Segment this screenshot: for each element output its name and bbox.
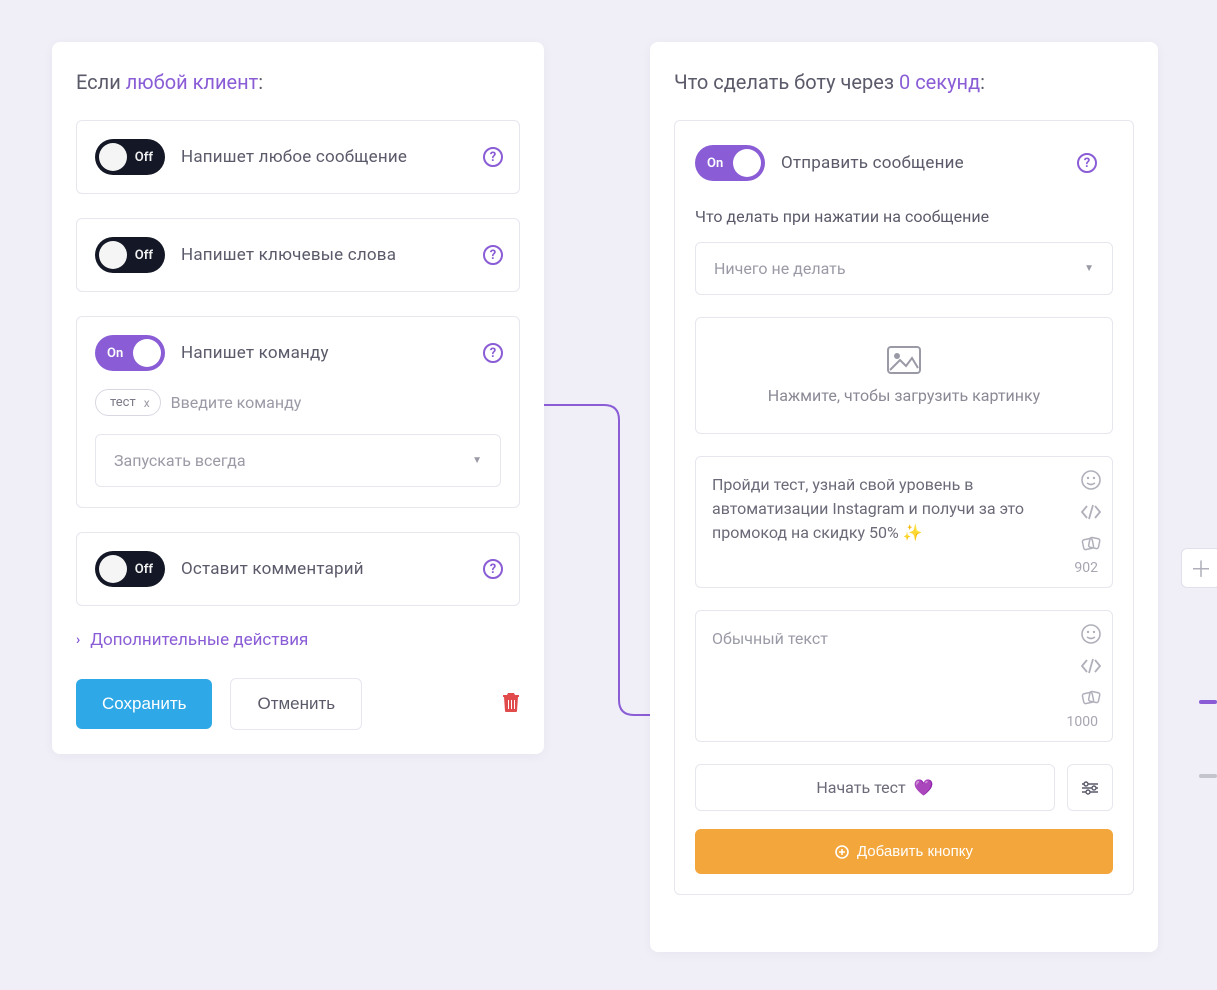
sliders-icon (1081, 781, 1099, 795)
label-any-message: Напишет любое сообщение (181, 147, 501, 167)
cta-button-row: Начать тест 💜 (695, 764, 1113, 811)
dice-icon[interactable] (1080, 687, 1102, 709)
help-icon[interactable]: ? (1077, 153, 1097, 173)
chevron-down-icon: ▼ (472, 455, 482, 466)
marker-inactive (1199, 774, 1217, 778)
toggle-comment[interactable]: Off (95, 551, 165, 587)
cta-text: Начать тест (816, 778, 905, 797)
help-icon[interactable]: ? (483, 147, 503, 167)
flow-connector (544, 390, 654, 730)
cancel-button[interactable]: Отменить (230, 678, 362, 730)
workspace-canvas: Если любой клиент: Off Напишет любое соо… (0, 0, 1217, 990)
side-markers (1199, 700, 1217, 722)
help-icon[interactable]: ? (483, 343, 503, 363)
trigger-header: Если любой клиент: (76, 70, 520, 94)
trigger-any-message-row: Off Напишет любое сообщение ? (76, 120, 520, 194)
delete-icon[interactable] (502, 692, 520, 717)
action-header-prefix: Что сделать боту через (674, 70, 894, 94)
code-icon[interactable] (1080, 655, 1102, 677)
message-text-2[interactable]: Обычный текст 1000 (695, 610, 1113, 742)
add-button[interactable]: Добавить кнопку (695, 829, 1113, 874)
command-chip[interactable]: тест х (95, 389, 161, 416)
label-command: Напишет команду (181, 343, 501, 363)
toggle-keywords[interactable]: Off (95, 237, 165, 273)
help-icon[interactable]: ? (483, 559, 503, 579)
chip-label: тест (110, 395, 136, 410)
message-1-char-count: 902 (1074, 558, 1098, 579)
toggle-send-message[interactable]: On (695, 145, 765, 181)
chevron-right-icon: › (76, 632, 80, 648)
cta-button-label[interactable]: Начать тест 💜 (695, 764, 1055, 811)
trigger-command-block: On Напишет команду ? тест х Введите кома… (76, 316, 520, 508)
message-text-1-content: Пройди тест, узнай свой уровень в автома… (712, 473, 1064, 545)
action-header-delay: 0 секунд (899, 70, 980, 94)
cta-settings-button[interactable] (1067, 764, 1113, 811)
trigger-header-client: любой клиент (126, 70, 259, 94)
message-tools (1080, 469, 1102, 555)
add-step-handle[interactable]: ＋ (1181, 548, 1217, 588)
upload-image-box[interactable]: Нажмите, чтобы загрузить картинку (695, 317, 1113, 434)
save-button[interactable]: Сохранить (76, 679, 212, 729)
chip-remove-icon[interactable]: х (144, 396, 150, 410)
extra-actions-toggle[interactable]: › Дополнительные действия (76, 630, 520, 650)
command-input[interactable]: Введите команду (171, 393, 302, 412)
action-panel: Что сделать боту через 0 секунд: On Отпр… (650, 42, 1158, 952)
chevron-down-icon: ▼ (1084, 263, 1094, 274)
trigger-panel: Если любой клиент: Off Напишет любое соо… (52, 42, 544, 754)
toggle-command[interactable]: On (95, 335, 165, 371)
label-comment: Оставит комментарий (181, 559, 501, 579)
image-icon (887, 346, 921, 374)
command-input-row: тест х Введите команду (95, 389, 501, 416)
message-2-char-count: 1000 (1067, 712, 1098, 733)
message-text-1[interactable]: Пройди тест, узнай свой уровень в автома… (695, 456, 1113, 588)
label-send-message: Отправить сообщение (781, 153, 1113, 173)
trigger-header-prefix: Если (76, 70, 121, 94)
action-buttons-row: Сохранить Отменить (76, 678, 520, 730)
run-mode-select[interactable]: Запускать всегда ▼ (95, 434, 501, 487)
emoji-icon[interactable] (1080, 623, 1102, 645)
code-icon[interactable] (1080, 501, 1102, 523)
message-tools (1080, 623, 1102, 709)
upload-label: Нажмите, чтобы загрузить картинку (768, 386, 1040, 405)
extra-actions-label: Дополнительные действия (90, 630, 308, 650)
click-action-label: Что делать при нажатии на сообщение (695, 207, 1113, 226)
label-keywords: Напишет ключевые слова (181, 245, 501, 265)
click-action-value: Ничего не делать (714, 259, 846, 278)
click-action-select[interactable]: Ничего не делать ▼ (695, 242, 1113, 295)
send-message-block: On Отправить сообщение ? Что делать при … (674, 120, 1134, 895)
toggle-any-message[interactable]: Off (95, 139, 165, 175)
run-mode-label: Запускать всегда (114, 451, 246, 470)
marker-active (1199, 700, 1217, 704)
plus-circle-icon (835, 845, 849, 859)
dice-icon[interactable] (1080, 533, 1102, 555)
trigger-keywords-row: Off Напишет ключевые слова ? (76, 218, 520, 292)
action-header: Что сделать боту через 0 секунд: (674, 70, 1134, 94)
message-text-2-placeholder: Обычный текст (712, 627, 1064, 651)
emoji-icon[interactable] (1080, 469, 1102, 491)
trigger-comment-row: Off Оставит комментарий ? (76, 532, 520, 606)
add-button-label: Добавить кнопку (857, 843, 973, 860)
help-icon[interactable]: ? (483, 245, 503, 265)
heart-icon: 💜 (914, 778, 934, 797)
